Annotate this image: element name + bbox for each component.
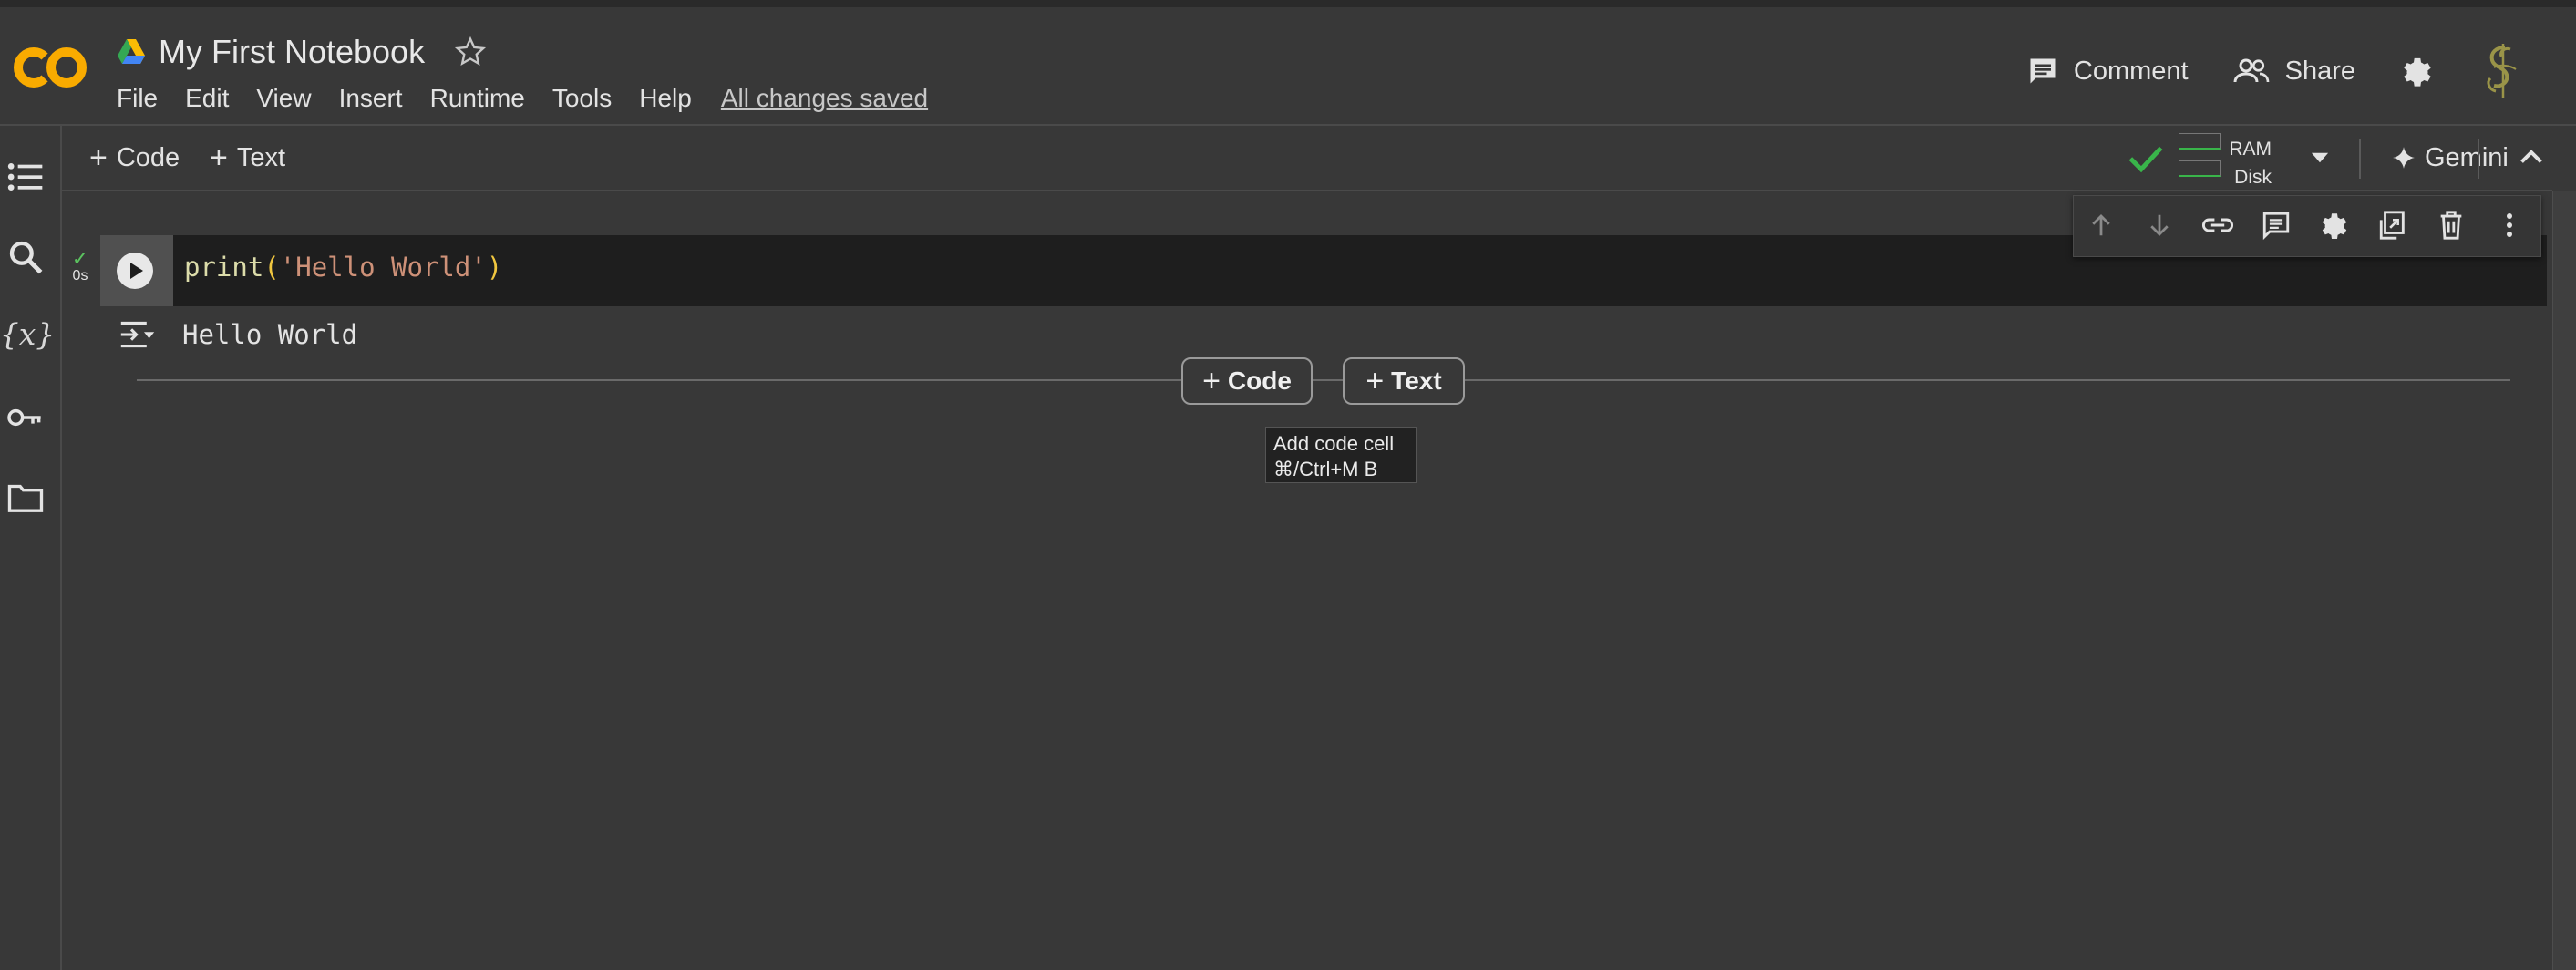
menu-tools[interactable]: Tools [552, 84, 612, 113]
cell-settings-gear-icon[interactable] [2318, 209, 2351, 242]
code-paren-close: ) [486, 252, 503, 283]
gemini-sparkle-icon [2393, 147, 2415, 169]
code-paren-open: ( [263, 252, 280, 283]
share-button[interactable]: Share [2232, 55, 2355, 88]
header: My First Notebook File Edit View Insert … [0, 7, 2576, 126]
vertical-scrollbar[interactable] [2552, 191, 2576, 970]
variables-icon[interactable]: {𝑥} [0, 315, 55, 352]
disk-usage-bar [2179, 160, 2221, 177]
cell-toolbar [2073, 195, 2541, 257]
menu-edit[interactable]: Edit [185, 84, 229, 113]
menu-runtime[interactable]: Runtime [430, 84, 525, 113]
plus-icon: + [1365, 364, 1385, 398]
move-cell-down-icon[interactable] [2143, 209, 2176, 242]
table-of-contents-icon[interactable] [7, 159, 44, 195]
execution-time: 0s [72, 268, 88, 284]
insert-text-cell-button[interactable]: + Text [1343, 357, 1465, 405]
code-string: 'Hello World' [279, 252, 487, 283]
user-avatar[interactable] [2478, 42, 2529, 100]
secrets-key-icon[interactable] [7, 399, 44, 436]
success-check-icon: ✓ [71, 247, 89, 270]
notebook-toolbar: + Code + Text RAM Disk Gemini [62, 126, 2552, 191]
add-text-label: Text [236, 142, 286, 172]
delete-cell-trash-icon[interactable] [2435, 209, 2468, 242]
plus-icon: + [210, 140, 228, 175]
insert-code-label: Code [1227, 366, 1292, 395]
run-cell-button[interactable] [117, 253, 153, 289]
cell-gutter [100, 235, 173, 306]
more-options-vertical-icon[interactable] [2493, 209, 2526, 242]
move-cell-up-icon[interactable] [2085, 209, 2117, 242]
gemini-button[interactable]: Gemini [2392, 139, 2509, 177]
output-actions-icon[interactable] [118, 319, 157, 350]
toolbar-divider [2359, 139, 2361, 179]
tooltip-shortcut: ⌘/Ctrl+M B [1273, 458, 1378, 480]
collapse-chevron-up-icon[interactable] [2518, 144, 2545, 171]
add-code-cell-tooltip: Add code cell ⌘/Ctrl+M B [1265, 427, 1417, 483]
add-code-cell-button[interactable]: + Code [89, 139, 180, 177]
star-icon[interactable] [454, 36, 487, 68]
gemini-label: Gemini [2425, 142, 2509, 172]
menu-bar: File Edit View Insert Runtime Tools Help… [117, 84, 955, 113]
menu-help[interactable]: Help [639, 84, 692, 113]
runtime-dropdown-icon[interactable] [2308, 146, 2332, 170]
plus-icon: + [89, 140, 108, 175]
connected-check-icon [2128, 146, 2163, 173]
mirror-cell-in-tab-icon[interactable] [2376, 209, 2409, 242]
notebook-title[interactable]: My First Notebook [159, 33, 425, 71]
settings-gear-icon[interactable] [2399, 53, 2436, 89]
insert-code-cell-button[interactable]: + Code [1181, 357, 1313, 405]
link-icon[interactable] [2201, 209, 2234, 242]
files-folder-icon[interactable] [7, 480, 44, 516]
share-people-icon [2233, 58, 2269, 83]
menu-file[interactable]: File [117, 84, 158, 113]
colab-logo[interactable] [13, 35, 88, 98]
ram-usage-bar [2179, 133, 2221, 150]
google-drive-icon [118, 39, 145, 64]
code-function: print [184, 252, 264, 283]
cell-output: Hello World [100, 306, 2547, 363]
add-text-cell-button[interactable]: + Text [210, 139, 285, 177]
toolbar-divider [2478, 139, 2479, 179]
menu-insert[interactable]: Insert [339, 84, 403, 113]
comment-icon [2030, 58, 2056, 84]
comment-button[interactable]: Comment [2026, 55, 2189, 88]
insert-cell-divider [137, 379, 2510, 381]
output-text: Hello World [182, 319, 358, 350]
comment-label: Comment [2073, 56, 2189, 86]
plus-icon: + [1202, 364, 1221, 398]
save-status-link[interactable]: All changes saved [721, 84, 928, 113]
share-label: Share [2284, 56, 2355, 86]
header-actions: Comment Share [2026, 35, 2576, 108]
add-code-label: Code [116, 142, 180, 172]
code-editor[interactable]: print('Hello World') [184, 252, 502, 283]
add-comment-icon[interactable] [2260, 209, 2293, 242]
menu-view[interactable]: View [256, 84, 311, 113]
tooltip-title: Add code cell [1273, 432, 1395, 455]
title-row: My First Notebook [117, 24, 487, 80]
search-icon[interactable] [7, 239, 44, 275]
left-sidebar: {𝑥} [0, 126, 62, 970]
insert-text-label: Text [1391, 366, 1442, 395]
execution-status: ✓ 0s [67, 247, 93, 284]
